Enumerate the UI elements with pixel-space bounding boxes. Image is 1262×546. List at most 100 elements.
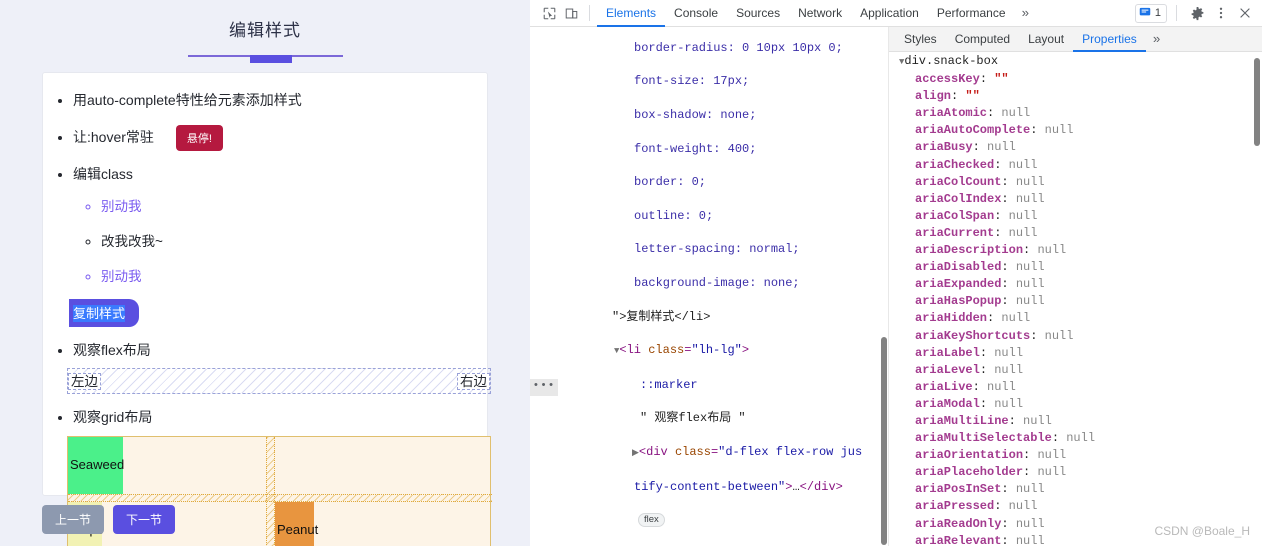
list-item-label: 编辑class	[73, 165, 133, 182]
inspect-element-icon[interactable]	[538, 3, 560, 24]
property-key: ariaLabel	[915, 345, 980, 360]
more-tabs-icon[interactable]: »	[1015, 6, 1037, 21]
more-sidebar-tabs-icon[interactable]: »	[1146, 32, 1168, 47]
tab-properties[interactable]: Properties	[1073, 27, 1146, 52]
close-icon[interactable]	[1234, 3, 1256, 24]
property-row[interactable]: ariaMultiSelectable: null	[889, 430, 1262, 447]
dom-badge-flex-1[interactable]: flex	[530, 512, 888, 529]
next-section-button[interactable]: 下一节	[113, 505, 176, 534]
properties-vertical-scrollbar[interactable]	[1254, 58, 1260, 146]
sublist-item-changeme: 改我改我~	[101, 233, 487, 252]
tab-network[interactable]: Network	[789, 0, 851, 27]
property-row[interactable]: ariaColSpan: null	[889, 208, 1262, 225]
devtools-body: border-radius: 0 10px 10px 0; font-size:…	[530, 27, 1262, 546]
property-key: ariaChecked	[915, 157, 995, 172]
tab-layout[interactable]: Layout	[1019, 27, 1073, 52]
dom-line-div-dflex-cont: tify-content-between">…</div>	[634, 479, 843, 494]
device-toolbar-icon[interactable]	[560, 3, 582, 24]
property-row[interactable]: ariaKeyShortcuts: null	[889, 328, 1262, 345]
property-separator: :	[994, 157, 1009, 172]
property-value: null	[1001, 106, 1031, 121]
flex-demo-left-label: 左边	[68, 372, 101, 391]
tab-application[interactable]: Application	[851, 0, 928, 27]
property-row[interactable]: ariaAtomic: null	[889, 105, 1262, 122]
property-row[interactable]: ariaOrientation: null	[889, 447, 1262, 464]
property-row[interactable]: ariaColIndex: null	[889, 191, 1262, 208]
dom-tree-code: border-radius: 0 10px 10px 0; font-size:…	[530, 27, 888, 546]
tab-sources[interactable]: Sources	[727, 0, 789, 27]
property-row[interactable]: ariaExpanded: null	[889, 276, 1262, 293]
properties-root-node[interactable]: ▼div.snack-box	[889, 53, 1262, 71]
property-row[interactable]: ariaAutoComplete: null	[889, 122, 1262, 139]
collapse-triangle-icon[interactable]: ▶	[632, 448, 639, 458]
property-row[interactable]: ariaLive: null	[889, 379, 1262, 396]
kebab-menu-icon[interactable]	[1210, 3, 1232, 24]
gear-icon[interactable]	[1186, 3, 1208, 24]
property-key: ariaModal	[915, 396, 980, 411]
property-separator: :	[994, 208, 1009, 223]
property-row[interactable]: ariaCurrent: null	[889, 225, 1262, 242]
property-key: ariaColSpan	[915, 208, 995, 223]
tab-performance[interactable]: Performance	[928, 0, 1015, 27]
property-row[interactable]: ariaDescription: null	[889, 242, 1262, 259]
property-value: null	[1023, 413, 1052, 428]
property-row[interactable]: ariaHidden: null	[889, 310, 1262, 327]
property-row[interactable]: ariaColCount: null	[889, 174, 1262, 191]
property-row[interactable]: align: ""	[889, 88, 1262, 105]
property-key: ariaMultiLine	[915, 413, 1009, 428]
property-row[interactable]: accessKey: ""	[889, 71, 1262, 88]
property-row[interactable]: ariaBusy: null	[889, 139, 1262, 156]
pagination-controls: 上一节 下一节	[42, 505, 176, 534]
copy-style-button[interactable]: 复制样式	[69, 298, 140, 327]
tab-elements[interactable]: Elements	[597, 0, 665, 27]
message-count-badge[interactable]: 1	[1134, 3, 1167, 23]
property-row[interactable]: ariaChecked: null	[889, 157, 1262, 174]
flex-layout-demo: 左边 右边	[67, 368, 491, 395]
property-separator: :	[1001, 191, 1016, 206]
property-separator: :	[1001, 174, 1016, 189]
property-separator: :	[994, 225, 1009, 240]
content-card: 用auto-complete特性给元素添加样式 让:hover常驻 悬停! 编辑…	[42, 72, 492, 546]
property-value: null	[987, 140, 1016, 155]
property-separator: :	[1001, 533, 1016, 546]
css-line-font-weight: font-weight: 400;	[634, 141, 757, 156]
property-key: ariaHidden	[915, 311, 988, 326]
property-row[interactable]: ariaPlaceholder: null	[889, 464, 1262, 481]
property-separator: :	[979, 396, 995, 411]
dom-pane-vertical-scrollbar[interactable]	[881, 337, 887, 545]
title-underline-decoration	[187, 51, 343, 63]
tab-console[interactable]: Console	[665, 0, 727, 27]
property-key: ariaHasPopup	[915, 294, 1002, 309]
property-row[interactable]: ariaLevel: null	[889, 362, 1262, 379]
property-row[interactable]: ariaHasPopup: null	[889, 293, 1262, 310]
property-separator: :	[1001, 516, 1016, 531]
property-key: ariaAutoComplete	[915, 123, 1031, 138]
property-separator: :	[979, 362, 995, 377]
grid-column-gap-overlay	[266, 437, 275, 546]
sublist-item-label: 别动我	[101, 268, 142, 284]
devtools-tab-bar: Elements Console Sources Network Applica…	[597, 0, 1036, 27]
grid-row-gap-overlay	[68, 494, 492, 503]
sublist-item-dontmove-2: 别动我	[101, 268, 487, 287]
property-key: ariaAtomic	[915, 106, 988, 121]
flex-demo-right-label: 右边	[457, 372, 490, 391]
tab-styles[interactable]: Styles	[895, 27, 946, 52]
dom-breadcrumb-ellipsis[interactable]: •••	[530, 379, 558, 396]
tab-computed[interactable]: Computed	[946, 27, 1019, 52]
property-row[interactable]: ariaDisabled: null	[889, 259, 1262, 276]
property-row[interactable]: ariaModal: null	[889, 396, 1262, 413]
dom-tree-pane[interactable]: border-radius: 0 10px 10px 0; font-size:…	[530, 27, 889, 546]
hover-demo-button[interactable]: 悬停!	[175, 124, 223, 151]
property-row[interactable]: ariaLabel: null	[889, 345, 1262, 362]
css-line-background-image: background-image: none;	[634, 275, 800, 290]
property-key: ariaReadOnly	[915, 516, 1002, 531]
grid-cell-label: Peanut	[277, 522, 319, 538]
property-key: ariaLive	[915, 379, 973, 394]
property-key: ariaExpanded	[915, 277, 1002, 292]
property-row[interactable]: ariaPosInSet: null	[889, 481, 1262, 498]
list-item-label: 用auto-complete特性给元素添加样式	[73, 92, 302, 108]
property-row[interactable]: ariaMultiLine: null	[889, 413, 1262, 430]
dom-line-marker-flex: ::marker	[640, 377, 698, 392]
property-row[interactable]: ariaPressed: null	[889, 498, 1262, 515]
previous-section-button[interactable]: 上一节	[42, 505, 105, 534]
